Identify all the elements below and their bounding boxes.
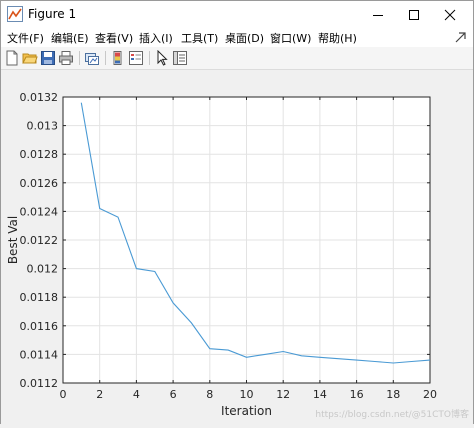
title-bar[interactable]: Figure 1 [1, 1, 473, 28]
y-tick-label: 0.0122 [20, 234, 59, 247]
maximize-icon [409, 9, 419, 20]
open-file-icon[interactable] [22, 50, 38, 66]
y-tick-label: 0.0112 [20, 377, 59, 390]
x-tick-label: 6 [170, 388, 177, 401]
x-tick-label: 12 [276, 388, 290, 401]
new-figure-icon[interactable] [4, 50, 20, 66]
matlab-figure-icon [7, 6, 23, 22]
save-icon[interactable] [40, 50, 56, 66]
x-tick-label: 16 [350, 388, 364, 401]
menu-window[interactable]: 窗口(W) [270, 30, 311, 46]
property-inspector-icon[interactable] [172, 50, 188, 66]
y-tick-label: 0.013 [27, 120, 59, 133]
print-icon[interactable] [58, 50, 74, 66]
menu-file[interactable]: 文件(F) [7, 30, 44, 46]
line-chart[interactable]: 0 2 4 6 8 10 12 14 16 18 20 0.01120.01140.01160.01… [1, 70, 473, 424]
menu-desktop[interactable]: 桌面(D) [225, 30, 264, 46]
y-tick-label: 0.0128 [20, 148, 59, 161]
figure-canvas[interactable]: 0 2 4 6 8 10 12 14 16 18 20 0.0112 0.0114 0.0116 0.01… [1, 70, 473, 424]
close-icon [444, 9, 456, 20]
y-axis-label: Best Val [6, 216, 20, 264]
x-tick-label: 4 [133, 388, 140, 401]
x-tick-label: 14 [313, 388, 327, 401]
menu-tools[interactable]: 工具(T) [181, 30, 218, 46]
x-tick-label: 20 [423, 388, 437, 401]
watermark: https://blog.csdn.net/@51CTO博客 [315, 408, 469, 420]
x-tick-label: 0 [60, 388, 67, 401]
menu-insert[interactable]: 插入(I) [139, 30, 173, 46]
y-tick-label: 0.012 [27, 263, 59, 276]
y-tick-labels: 0.0112 0.0114 0.0116 0.0118 0.012 0.0122 0.012… [20, 91, 59, 390]
figure-window: Figure 1 文件(F) 编辑(E) 查看(V) 插入(I) 工具(T) 桌… [0, 0, 474, 424]
menu-bar: 文件(F) 编辑(E) 查看(V) 插入(I) 工具(T) 桌面(D) 窗口(W… [1, 28, 473, 47]
y-tick-label: 0.0132 [20, 91, 59, 104]
window-title: Figure 1 [28, 7, 77, 21]
insert-legend-icon[interactable] [128, 50, 144, 66]
toolbar-separator [149, 51, 150, 65]
x-axis-label: Iteration [221, 404, 272, 418]
insert-colorbar-icon[interactable] [110, 50, 126, 66]
x-tick-label: 18 [386, 388, 400, 401]
menu-edit[interactable]: 编辑(E) [51, 30, 89, 46]
x-tick-label: 2 [96, 388, 103, 401]
toolbar-separator [105, 51, 106, 65]
y-tick-label: 0.0124 [20, 205, 59, 218]
figure-toolbar [1, 47, 473, 70]
minimize-icon [373, 14, 383, 16]
y-tick-label: 0.0114 [20, 348, 59, 361]
dock-figure-icon[interactable] [454, 31, 467, 44]
edit-plot-arrow-icon[interactable] [154, 50, 170, 66]
menu-help[interactable]: 帮助(H) [318, 30, 357, 46]
y-tick-label: 0.0126 [20, 177, 59, 190]
toolbar-separator [79, 51, 80, 65]
y-tick-label: 0.0116 [20, 320, 59, 333]
x-tick-label: 8 [206, 388, 213, 401]
close-button[interactable] [427, 1, 473, 28]
link-plot-icon[interactable] [84, 50, 100, 66]
x-tick-labels: 0 2 4 6 8 10 12 14 16 18 20 [60, 388, 438, 401]
menu-view[interactable]: 查看(V) [95, 30, 133, 46]
x-tick-label: 10 [240, 388, 254, 401]
y-tick-label: 0.0118 [20, 291, 59, 304]
